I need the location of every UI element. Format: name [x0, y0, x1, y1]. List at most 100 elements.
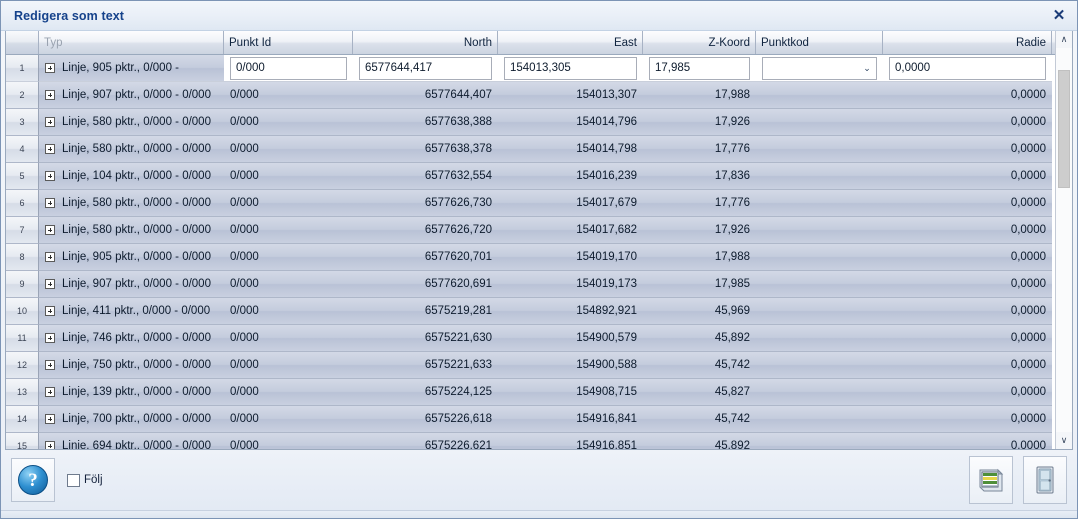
- table-row[interactable]: 4 Linje, 580 pktr., 0/000 - 0/000 0/000 657…: [6, 136, 1055, 163]
- cell-punktkod[interactable]: [756, 190, 883, 217]
- cell-punktkod[interactable]: [756, 163, 883, 190]
- cell-north[interactable]: 6577644,417: [353, 55, 498, 82]
- cell-typ[interactable]: Linje, 905 pktr., 0/000 - 0/000: [39, 244, 224, 271]
- cell-typ[interactable]: Linje, 580 pktr., 0/000 - 0/000: [39, 217, 224, 244]
- cell-punktid[interactable]: 0/000: [224, 55, 353, 82]
- cell-radie[interactable]: 0,0000: [883, 244, 1052, 271]
- cell-north[interactable]: 6575224,125: [353, 379, 498, 406]
- cell-punktid[interactable]: 0/000: [224, 217, 353, 244]
- cell-north[interactable]: 6575221,630: [353, 325, 498, 352]
- cell-zkoord[interactable]: 45,742: [643, 406, 756, 433]
- column-header-radie[interactable]: Radie: [883, 31, 1052, 54]
- cell-zkoord[interactable]: 45,742: [643, 352, 756, 379]
- cell-zkoord[interactable]: 17,988: [643, 82, 756, 109]
- cell-radie[interactable]: 0,0000: [883, 55, 1052, 82]
- cell-punktid[interactable]: 0/000: [224, 271, 353, 298]
- export-table-button[interactable]: [969, 456, 1013, 504]
- cell-punktkod[interactable]: [756, 298, 883, 325]
- cell-typ[interactable]: Linje, 580 pktr., 0/000 - 0/000: [39, 109, 224, 136]
- cell-zkoord[interactable]: 45,892: [643, 325, 756, 352]
- cell-typ[interactable]: Linje, 694 pktr., 0/000 - 0/000: [39, 433, 224, 449]
- cell-zkoord[interactable]: 17,985: [643, 55, 756, 82]
- north-input[interactable]: 6577644,417: [359, 56, 492, 80]
- expand-plus-icon[interactable]: [45, 198, 55, 208]
- table-row[interactable]: 8 Linje, 905 pktr., 0/000 - 0/000 0/000 657…: [6, 244, 1055, 271]
- column-header-east[interactable]: East: [498, 31, 643, 54]
- cell-punktkod[interactable]: [756, 433, 883, 449]
- cell-zkoord[interactable]: 17,776: [643, 136, 756, 163]
- cell-east[interactable]: 154017,682: [498, 217, 643, 244]
- cell-punktid[interactable]: 0/000: [224, 82, 353, 109]
- table-row[interactable]: 2 Linje, 907 pktr., 0/000 - 0/000 0/000 657…: [6, 82, 1055, 109]
- cell-radie[interactable]: 0,0000: [883, 406, 1052, 433]
- cell-punktid[interactable]: 0/000: [224, 325, 353, 352]
- cell-north[interactable]: 6577626,720: [353, 217, 498, 244]
- cell-radie[interactable]: 0,0000: [883, 379, 1052, 406]
- expand-plus-icon[interactable]: [45, 441, 55, 449]
- cell-typ[interactable]: Linje, 907 pktr., 0/000 - 0/000: [39, 82, 224, 109]
- cell-east[interactable]: 154019,170: [498, 244, 643, 271]
- expand-plus-icon[interactable]: [45, 414, 55, 424]
- cell-zkoord[interactable]: 17,926: [643, 217, 756, 244]
- zkoord-input[interactable]: 17,985: [649, 56, 750, 80]
- scrollbar-thumb[interactable]: [1058, 70, 1070, 188]
- cell-zkoord[interactable]: 45,892: [643, 433, 756, 449]
- close-door-button[interactable]: [1023, 456, 1067, 504]
- follow-checkbox-box[interactable]: [67, 473, 80, 487]
- help-button[interactable]: ?: [11, 458, 55, 502]
- cell-typ[interactable]: Linje, 746 pktr., 0/000 - 0/000: [39, 325, 224, 352]
- cell-north[interactable]: 6575221,633: [353, 352, 498, 379]
- cell-punktkod[interactable]: [756, 325, 883, 352]
- expand-plus-icon[interactable]: [45, 144, 55, 154]
- cell-east[interactable]: 154900,588: [498, 352, 643, 379]
- expand-plus-icon[interactable]: [45, 306, 55, 316]
- table-row[interactable]: 9 Linje, 907 pktr., 0/000 - 0/000 0/000 657…: [6, 271, 1055, 298]
- cell-typ[interactable]: Linje, 700 pktr., 0/000 - 0/000: [39, 406, 224, 433]
- cell-typ[interactable]: Linje, 907 pktr., 0/000 - 0/000: [39, 271, 224, 298]
- cell-zkoord[interactable]: 17,836: [643, 163, 756, 190]
- cell-zkoord[interactable]: 17,985: [643, 271, 756, 298]
- table-row[interactable]: 11 Linje, 746 pktr., 0/000 - 0/000 0/000 65…: [6, 325, 1055, 352]
- table-row[interactable]: 7 Linje, 580 pktr., 0/000 - 0/000 0/000 657…: [6, 217, 1055, 244]
- close-icon[interactable]: ✕: [1049, 6, 1069, 26]
- expand-plus-icon[interactable]: [45, 171, 55, 181]
- cell-typ[interactable]: Linje, 580 pktr., 0/000 - 0/000: [39, 136, 224, 163]
- cell-east[interactable]: 154916,841: [498, 406, 643, 433]
- cell-zkoord[interactable]: 17,988: [643, 244, 756, 271]
- vertical-scrollbar[interactable]: ∧ ∨: [1055, 31, 1072, 449]
- cell-zkoord[interactable]: 17,776: [643, 190, 756, 217]
- table-row[interactable]: 15 Linje, 694 pktr., 0/000 - 0/000 0/000 65…: [6, 433, 1055, 449]
- column-header-punktkod[interactable]: Punktkod: [756, 31, 883, 54]
- table-row[interactable]: 10 Linje, 411 pktr., 0/000 - 0/000 0/000 65…: [6, 298, 1055, 325]
- cell-punktkod[interactable]: [756, 136, 883, 163]
- follow-checkbox[interactable]: Följ: [67, 473, 103, 487]
- expand-plus-icon[interactable]: [45, 63, 55, 73]
- column-header-punktid[interactable]: Punkt Id: [224, 31, 353, 54]
- cell-punktid[interactable]: 0/000: [224, 406, 353, 433]
- cell-north[interactable]: 6577620,701: [353, 244, 498, 271]
- cell-punktid[interactable]: 0/000: [224, 109, 353, 136]
- table-row-edit[interactable]: 1 Linje, 905 pktr., 0/000 - 0/000 6577644,4…: [6, 55, 1055, 82]
- cell-north[interactable]: 6577626,730: [353, 190, 498, 217]
- cell-radie[interactable]: 0,0000: [883, 136, 1052, 163]
- cell-punktkod[interactable]: [756, 82, 883, 109]
- scroll-down-icon[interactable]: ∨: [1056, 432, 1072, 449]
- cell-typ[interactable]: Linje, 139 pktr., 0/000 - 0/000: [39, 379, 224, 406]
- cell-punktid[interactable]: 0/000: [224, 244, 353, 271]
- cell-east[interactable]: 154013,307: [498, 82, 643, 109]
- column-header-rownum[interactable]: [6, 31, 39, 54]
- scrollbar-track[interactable]: [1056, 48, 1072, 432]
- table-row[interactable]: 12 Linje, 750 pktr., 0/000 - 0/000 0/000 65…: [6, 352, 1055, 379]
- cell-east[interactable]: 154014,798: [498, 136, 643, 163]
- scroll-up-icon[interactable]: ∧: [1056, 31, 1072, 48]
- cell-punktid[interactable]: 0/000: [224, 379, 353, 406]
- cell-zkoord[interactable]: 45,969: [643, 298, 756, 325]
- cell-zkoord[interactable]: 17,926: [643, 109, 756, 136]
- expand-plus-icon[interactable]: [45, 252, 55, 262]
- cell-east[interactable]: 154892,921: [498, 298, 643, 325]
- cell-north[interactable]: 6575226,621: [353, 433, 498, 449]
- cell-radie[interactable]: 0,0000: [883, 217, 1052, 244]
- cell-radie[interactable]: 0,0000: [883, 163, 1052, 190]
- cell-north[interactable]: 6575219,281: [353, 298, 498, 325]
- cell-punktkod[interactable]: [756, 379, 883, 406]
